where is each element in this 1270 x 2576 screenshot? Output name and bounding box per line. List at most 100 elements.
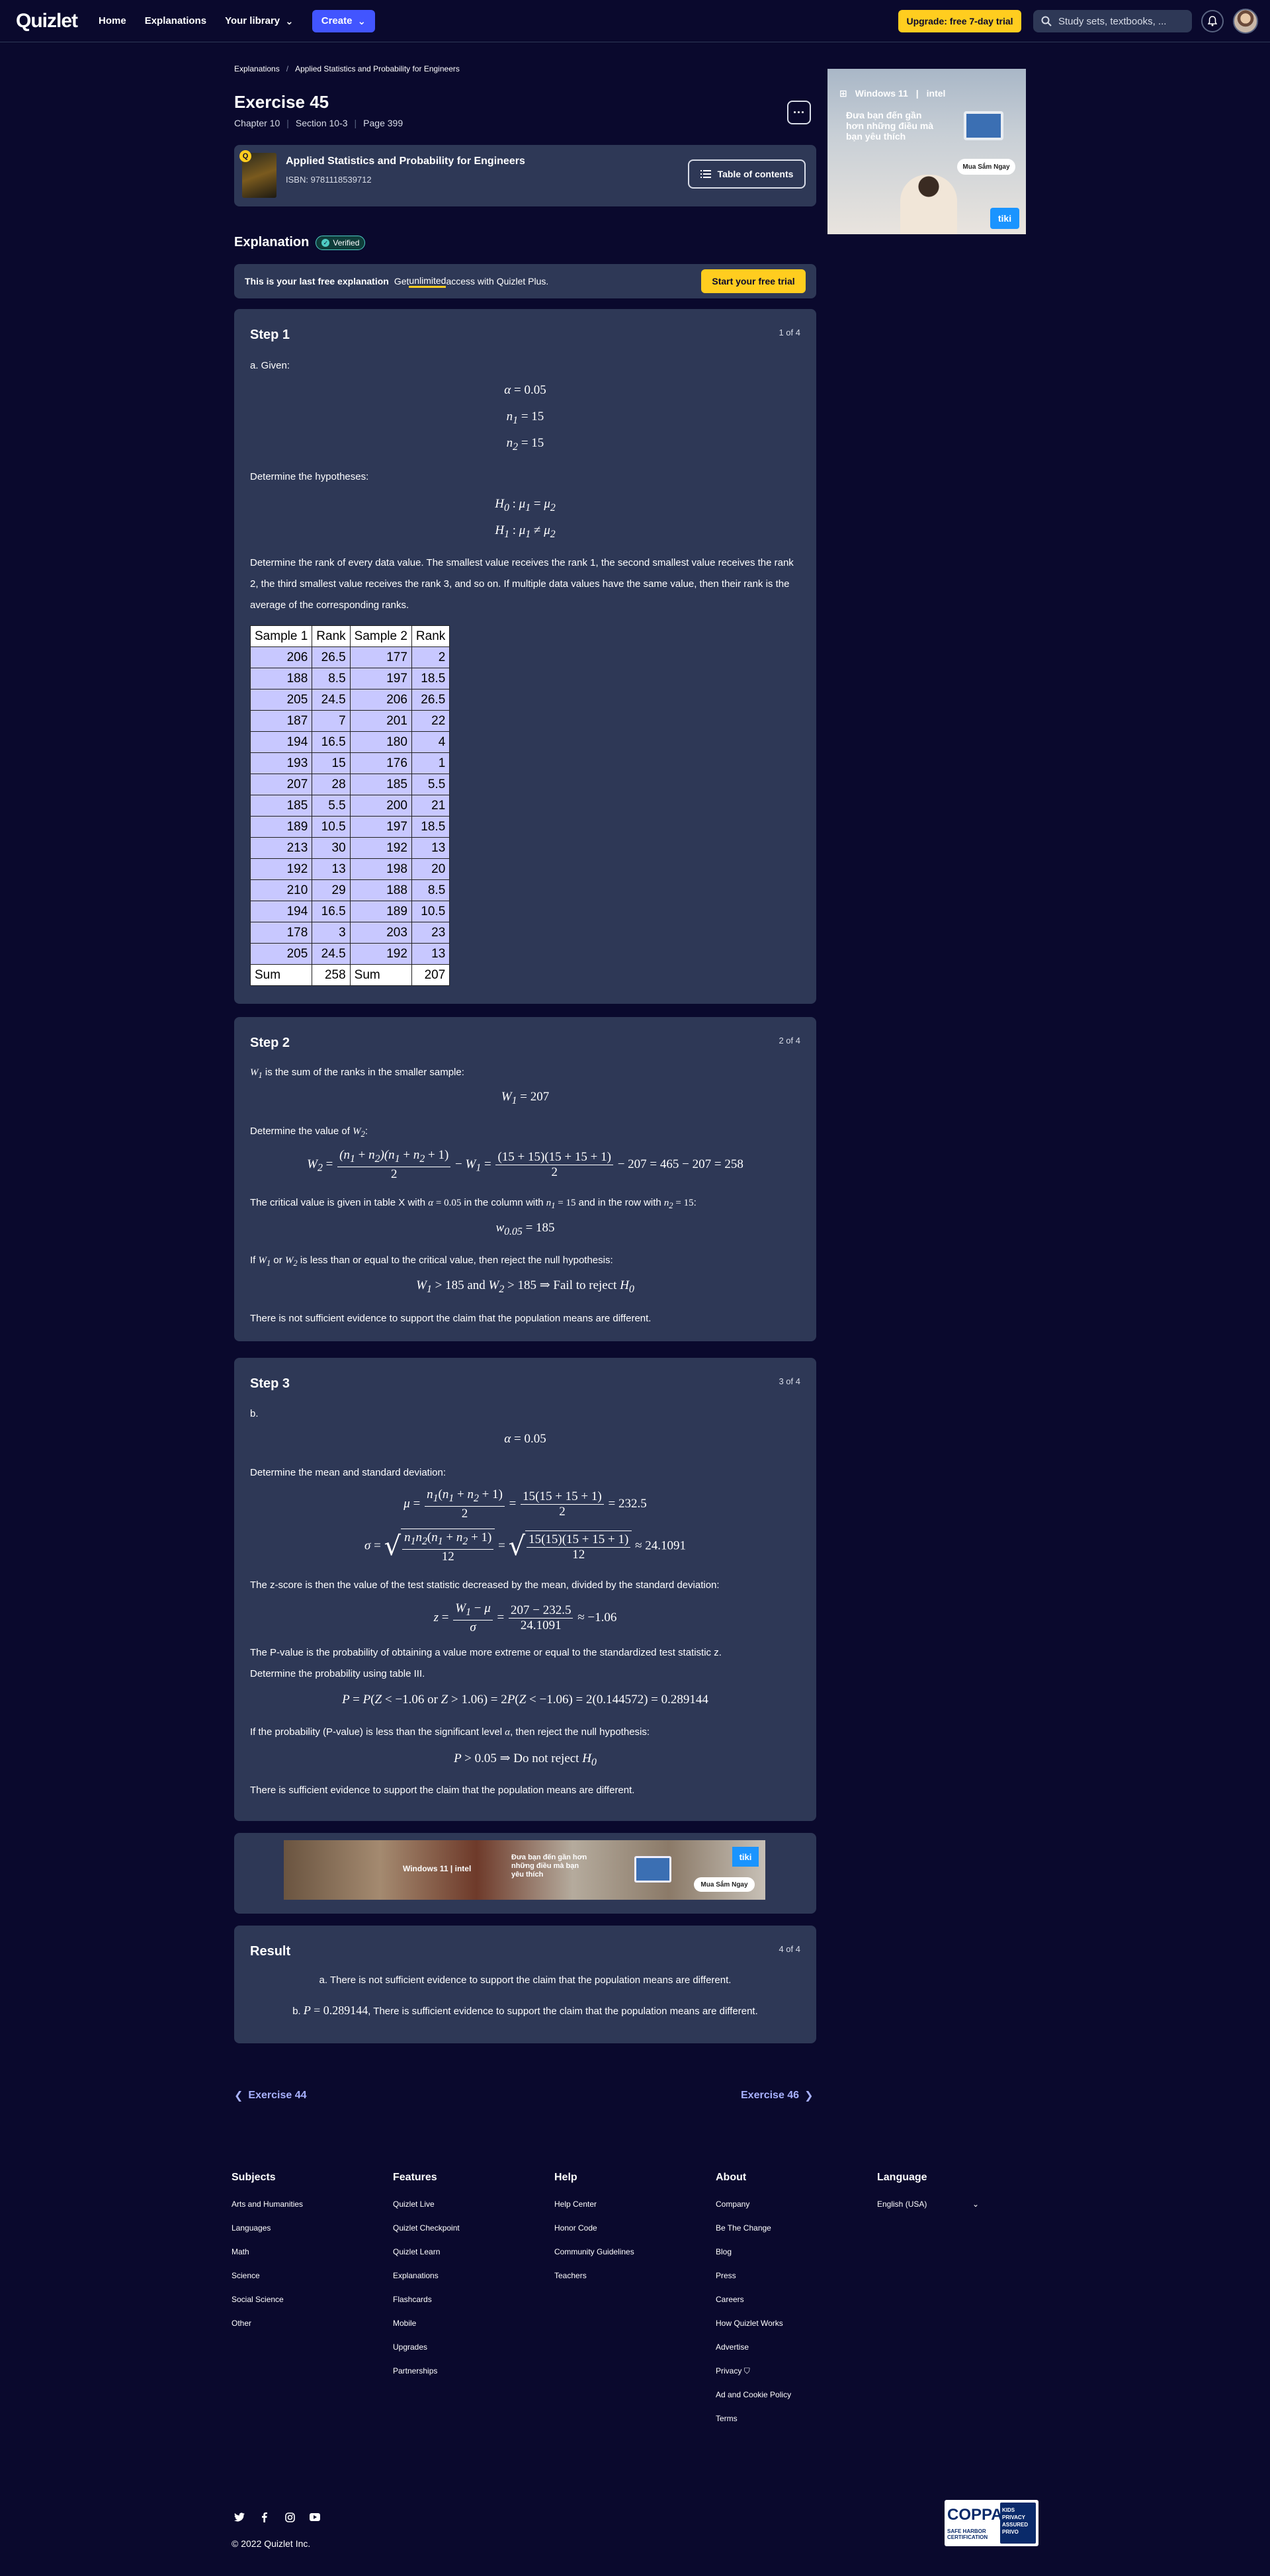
table-cell: 5.5 xyxy=(312,795,351,817)
table-cell: 20 xyxy=(411,858,450,880)
footer-link[interactable]: Honor Code xyxy=(554,2223,634,2247)
footer-link[interactable]: Help Center xyxy=(554,2199,634,2223)
ad-cta-button[interactable]: Mua Sắm Ngay xyxy=(694,1877,755,1892)
footer-link[interactable]: Flashcards xyxy=(393,2295,460,2319)
given-label: a. Given: xyxy=(250,360,290,371)
footer-link[interactable]: Arts and Humanities xyxy=(232,2199,303,2223)
footer-link[interactable]: Advertise xyxy=(716,2342,791,2366)
nav-home[interactable]: Home xyxy=(99,15,126,26)
footer-link[interactable]: Press xyxy=(716,2271,791,2295)
search-input[interactable]: Study sets, textbooks, ... xyxy=(1033,10,1192,32)
text: or xyxy=(271,1255,285,1266)
plus-badge-icon: Q xyxy=(239,150,251,162)
table-header: Sample 2 xyxy=(349,625,412,647)
laptop-image xyxy=(964,111,1003,140)
notifications-button[interactable] xyxy=(1201,10,1224,32)
coppa-left: COPPA SAFE HARBOR CERTIFICATION xyxy=(945,2500,1003,2546)
footer-link[interactable]: Company xyxy=(716,2199,791,2223)
footer-heading: Language xyxy=(877,2172,927,2183)
language-select[interactable]: English (USA) ⌄ xyxy=(877,2199,979,2223)
footer-link[interactable]: Other xyxy=(232,2319,303,2342)
promo-text-1: Get xyxy=(394,276,409,287)
language-value: English (USA) xyxy=(877,2199,927,2209)
table-cell: Sum xyxy=(249,964,313,986)
footer-link[interactable]: Ad and Cookie Policy xyxy=(716,2390,791,2414)
footer-features: Features Quizlet Live Quizlet Checkpoint… xyxy=(393,2172,460,2390)
footer-link[interactable]: How Quizlet Works xyxy=(716,2319,791,2342)
verified-label: Verified xyxy=(333,238,360,247)
step-title: Step 3 xyxy=(250,1376,290,1391)
nav-library[interactable]: Your library ⌄ xyxy=(225,15,294,27)
footer-link[interactable]: Partnerships xyxy=(393,2366,460,2390)
ad-text: Đưa bạn đến gần hơn những điều mà bạn yê… xyxy=(511,1853,587,1879)
divider: | xyxy=(915,88,919,99)
footer-link[interactable]: Mobile xyxy=(393,2319,460,2342)
footer-link[interactable]: Quizlet Live xyxy=(393,2199,460,2223)
create-button[interactable]: Create ⌄ xyxy=(312,9,376,32)
start-trial-button[interactable]: Start your free trial xyxy=(701,269,806,293)
table-of-contents-button[interactable]: Table of contents xyxy=(688,159,806,189)
facebook-icon[interactable] xyxy=(259,2512,270,2522)
table-cell: 194 xyxy=(249,901,313,922)
ad-cta-button[interactable]: Mua Sắm Ngay xyxy=(957,159,1015,175)
book-title[interactable]: Applied Statistics and Probability for E… xyxy=(286,155,525,167)
windows-logo-icon: ⊞ xyxy=(839,87,847,99)
promo-text-2: access with Quizlet Plus. xyxy=(446,276,549,287)
footer-link[interactable]: Teachers xyxy=(554,2271,634,2295)
avatar[interactable] xyxy=(1233,9,1258,34)
footer-link[interactable]: Terms xyxy=(716,2414,791,2438)
footer-link[interactable]: Upgrades xyxy=(393,2342,460,2366)
table-cell: 192 xyxy=(349,837,412,859)
footer-link[interactable]: Careers xyxy=(716,2295,791,2319)
footer-heading: Features xyxy=(393,2172,437,2183)
table-header: Rank xyxy=(312,625,351,647)
table-cell: 198 xyxy=(349,858,412,880)
math-inline: W1 xyxy=(250,1067,263,1080)
footer-link[interactable]: Science xyxy=(232,2271,303,2295)
footer-link[interactable]: Privacy ⛉ xyxy=(716,2366,791,2390)
table-row: 206 26.5 177 2 xyxy=(249,646,450,668)
instagram-icon[interactable] xyxy=(284,2512,295,2522)
footer-link[interactable]: Quizlet Checkpoint xyxy=(393,2223,460,2247)
table-cell: 21 xyxy=(411,795,450,817)
social-links xyxy=(234,2512,320,2522)
footer-link[interactable]: Math xyxy=(232,2247,303,2271)
chevron-down-icon: ⌄ xyxy=(357,15,366,27)
equation: W2 = (n1 + n2)(n1 + n2 + 1) 2 − W1 = (15 … xyxy=(307,1148,743,1181)
footer-link[interactable]: Community Guidelines xyxy=(554,2247,634,2271)
quizlet-logo[interactable]: Quizlet xyxy=(16,10,78,32)
more-options-button[interactable]: ··· xyxy=(787,101,811,124)
ad-text: Đưa bạn đến gần hơn những điều mà bạn yê… xyxy=(846,110,934,142)
twitter-icon[interactable] xyxy=(234,2512,245,2522)
step3-text-1: Determine the mean and standard deviatio… xyxy=(250,1467,446,1478)
table-cell: 2 xyxy=(411,646,450,668)
nav-explanations[interactable]: Explanations xyxy=(145,15,206,26)
ad-brand-intel: intel xyxy=(926,88,946,99)
book-card[interactable]: Q Applied Statistics and Probability for… xyxy=(234,145,816,206)
footer-link[interactable]: Languages xyxy=(232,2223,303,2247)
breadcrumb-explanations[interactable]: Explanations xyxy=(234,64,280,73)
table-cell: 7 xyxy=(312,710,351,732)
side-advertisement[interactable]: ⊞ Windows 11 | intel Đưa bạn đến gần hơn nh… xyxy=(827,69,1026,234)
coppa-seal[interactable]: COPPA SAFE HARBOR CERTIFICATION KIDS PRIV… xyxy=(945,2500,1038,2546)
table-cell: 8.5 xyxy=(312,668,351,689)
step2-text-4: If W1 or W2 is less than or equal to the… xyxy=(250,1255,613,1268)
footer-link[interactable]: Blog xyxy=(716,2247,791,2271)
ad-banner[interactable]: Windows 11 | intel Đưa bạn đến gần hơn n… xyxy=(284,1840,765,1900)
table-cell: 192 xyxy=(249,858,313,880)
nav-library-label: Your library xyxy=(225,15,280,26)
footer-link[interactable]: Be The Change xyxy=(716,2223,791,2247)
divider: | xyxy=(354,118,357,128)
footer-link[interactable]: Quizlet Learn xyxy=(393,2247,460,2271)
breadcrumb-book[interactable]: Applied Statistics and Probability for E… xyxy=(295,64,460,73)
next-exercise-link[interactable]: Exercise 46 ❯ xyxy=(741,2089,813,2102)
result-title: Result xyxy=(250,1944,291,1959)
footer-link[interactable]: Explanations xyxy=(393,2271,460,2295)
table-header: Rank xyxy=(411,625,450,647)
table-cell: 10.5 xyxy=(312,816,351,838)
upgrade-button[interactable]: Upgrade: free 7-day trial xyxy=(898,10,1021,32)
table-cell: Sum xyxy=(349,964,412,986)
previous-exercise-link[interactable]: ❮ Exercise 44 xyxy=(234,2089,306,2102)
footer-link[interactable]: Social Science xyxy=(232,2295,303,2319)
youtube-icon[interactable] xyxy=(310,2512,320,2522)
